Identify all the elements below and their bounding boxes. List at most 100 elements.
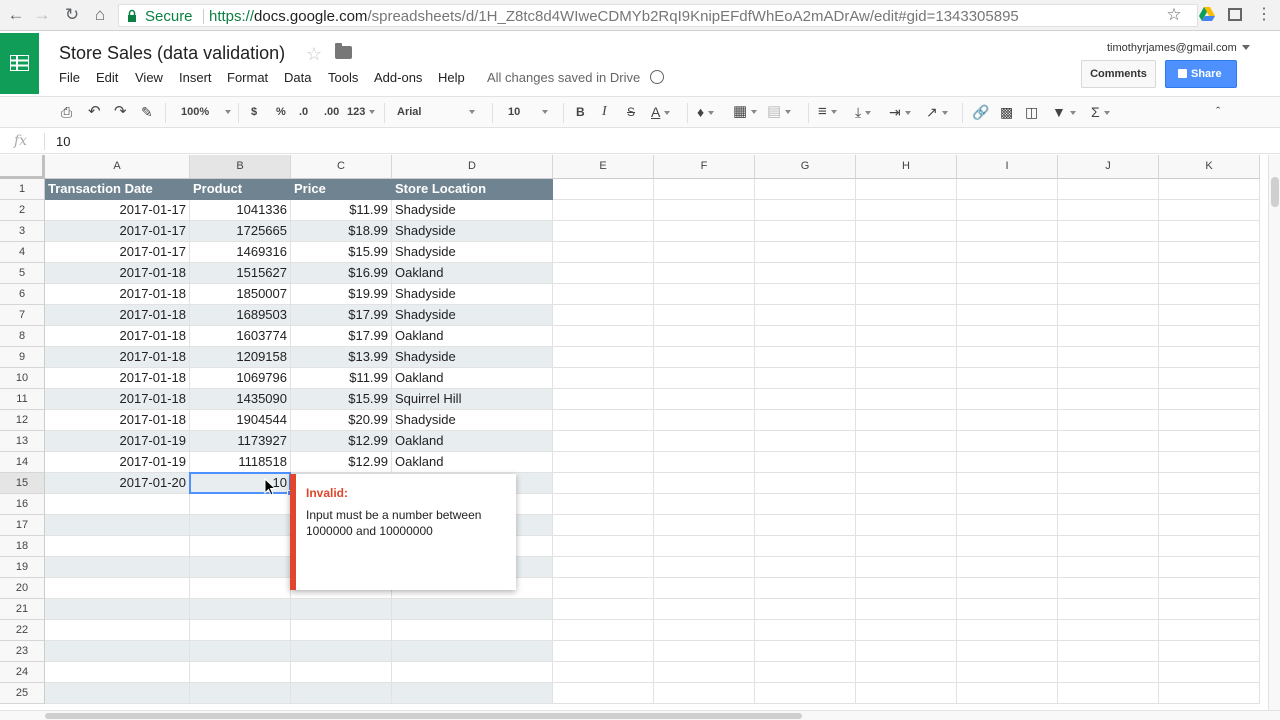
table-cell[interactable]: Oakland [392,452,553,473]
empty-cell[interactable] [1159,452,1260,473]
empty-cell[interactable] [755,368,856,389]
empty-cell[interactable] [553,410,654,431]
empty-cell[interactable] [856,536,957,557]
table-cell[interactable]: 2017-01-18 [45,326,190,347]
empty-cell[interactable] [755,200,856,221]
empty-cell[interactable] [1058,284,1159,305]
empty-cell[interactable] [553,578,654,599]
empty-cell[interactable] [1159,389,1260,410]
table-cell[interactable]: 2017-01-18 [45,284,190,305]
empty-cell[interactable] [553,620,654,641]
empty-cell[interactable] [957,494,1058,515]
back-icon[interactable]: ← [6,5,26,25]
table-cell[interactable]: 1904544 [190,410,291,431]
table-cell[interactable] [291,662,392,683]
empty-cell[interactable] [755,599,856,620]
strikethrough-button[interactable]: S [627,104,635,120]
table-cell[interactable] [190,536,291,557]
empty-cell[interactable] [957,221,1058,242]
horizontal-scrollbar[interactable] [0,710,1280,720]
vertical-scrollbar[interactable] [1268,155,1280,710]
empty-cell[interactable] [755,536,856,557]
document-title[interactable]: Store Sales (data validation) [59,43,285,64]
empty-cell[interactable] [957,389,1058,410]
empty-cell[interactable] [957,410,1058,431]
text-color-button[interactable]: A [651,104,671,120]
insert-comment-icon[interactable]: ▩ [1000,104,1013,120]
table-cell[interactable]: 2017-01-19 [45,452,190,473]
empty-cell[interactable] [856,599,957,620]
undo-icon[interactable]: ↶ [88,104,101,120]
menu-file[interactable]: File [59,70,80,85]
empty-cell[interactable] [1058,179,1159,200]
table-cell[interactable] [291,599,392,620]
empty-cell[interactable] [553,515,654,536]
increase-decimal-button[interactable]: .00 [324,104,339,120]
empty-cell[interactable] [1159,515,1260,536]
table-cell[interactable]: 1850007 [190,284,291,305]
empty-cell[interactable] [553,284,654,305]
column-header-f[interactable]: F [654,155,755,179]
empty-cell[interactable] [1058,410,1159,431]
empty-cell[interactable] [1159,641,1260,662]
table-cell[interactable] [190,557,291,578]
empty-cell[interactable] [1159,473,1260,494]
row-header[interactable]: 19 [0,557,45,578]
table-cell[interactable]: 1515627 [190,263,291,284]
empty-cell[interactable] [957,641,1058,662]
table-cell[interactable]: 2017-01-18 [45,263,190,284]
table-cell[interactable]: $19.99 [291,284,392,305]
empty-cell[interactable] [856,284,957,305]
table-cell[interactable]: 1435090 [190,389,291,410]
empty-cell[interactable] [1058,389,1159,410]
empty-cell[interactable] [1159,557,1260,578]
empty-cell[interactable] [1159,326,1260,347]
table-cell[interactable] [45,662,190,683]
row-header[interactable]: 15 [0,473,45,494]
empty-cell[interactable] [553,347,654,368]
table-cell[interactable] [190,515,291,536]
empty-cell[interactable] [654,473,755,494]
table-cell[interactable]: $15.99 [291,242,392,263]
empty-cell[interactable] [957,284,1058,305]
table-cell[interactable] [45,494,190,515]
empty-cell[interactable] [1058,305,1159,326]
empty-cell[interactable] [1058,557,1159,578]
table-cell[interactable] [190,620,291,641]
star-icon[interactable]: ☆ [306,44,322,65]
empty-cell[interactable] [1058,641,1159,662]
horizontal-align-icon[interactable]: ≡ [818,104,837,120]
empty-cell[interactable] [1159,662,1260,683]
empty-cell[interactable] [553,242,654,263]
spreadsheet-grid[interactable]: A B C D E F G H I J K 1 2 3 4 5 6 7 8 9 10 11 12 13 14 15 16 17 18 19… [0,155,1268,710]
menu-format[interactable]: Format [227,70,268,85]
currency-format-button[interactable]: $ [251,104,257,120]
empty-cell[interactable] [1159,347,1260,368]
empty-cell[interactable] [957,536,1058,557]
empty-cell[interactable] [1159,431,1260,452]
empty-cell[interactable] [755,431,856,452]
table-cell[interactable]: 2017-01-20 [45,473,190,494]
empty-cell[interactable] [856,515,957,536]
empty-cell[interactable] [1058,683,1159,704]
empty-cell[interactable] [755,494,856,515]
formula-input[interactable]: 10 [56,134,70,149]
row-header[interactable]: 5 [0,263,45,284]
empty-cell[interactable] [856,683,957,704]
collapse-menus-icon[interactable]: ˆ [1216,104,1220,120]
empty-cell[interactable] [654,326,755,347]
empty-cell[interactable] [1058,473,1159,494]
row-header[interactable]: 3 [0,221,45,242]
table-cell[interactable] [392,662,553,683]
menu-kebab-icon[interactable]: ⋮ [1254,5,1274,25]
empty-cell[interactable] [957,347,1058,368]
empty-cell[interactable] [755,347,856,368]
empty-cell[interactable] [957,683,1058,704]
empty-cell[interactable] [957,599,1058,620]
row-header[interactable]: 6 [0,284,45,305]
text-wrapping-icon[interactable]: ⇥ [889,104,911,120]
empty-cell[interactable] [654,410,755,431]
table-cell[interactable]: $16.99 [291,263,392,284]
table-cell[interactable]: $15.99 [291,389,392,410]
empty-cell[interactable] [755,221,856,242]
